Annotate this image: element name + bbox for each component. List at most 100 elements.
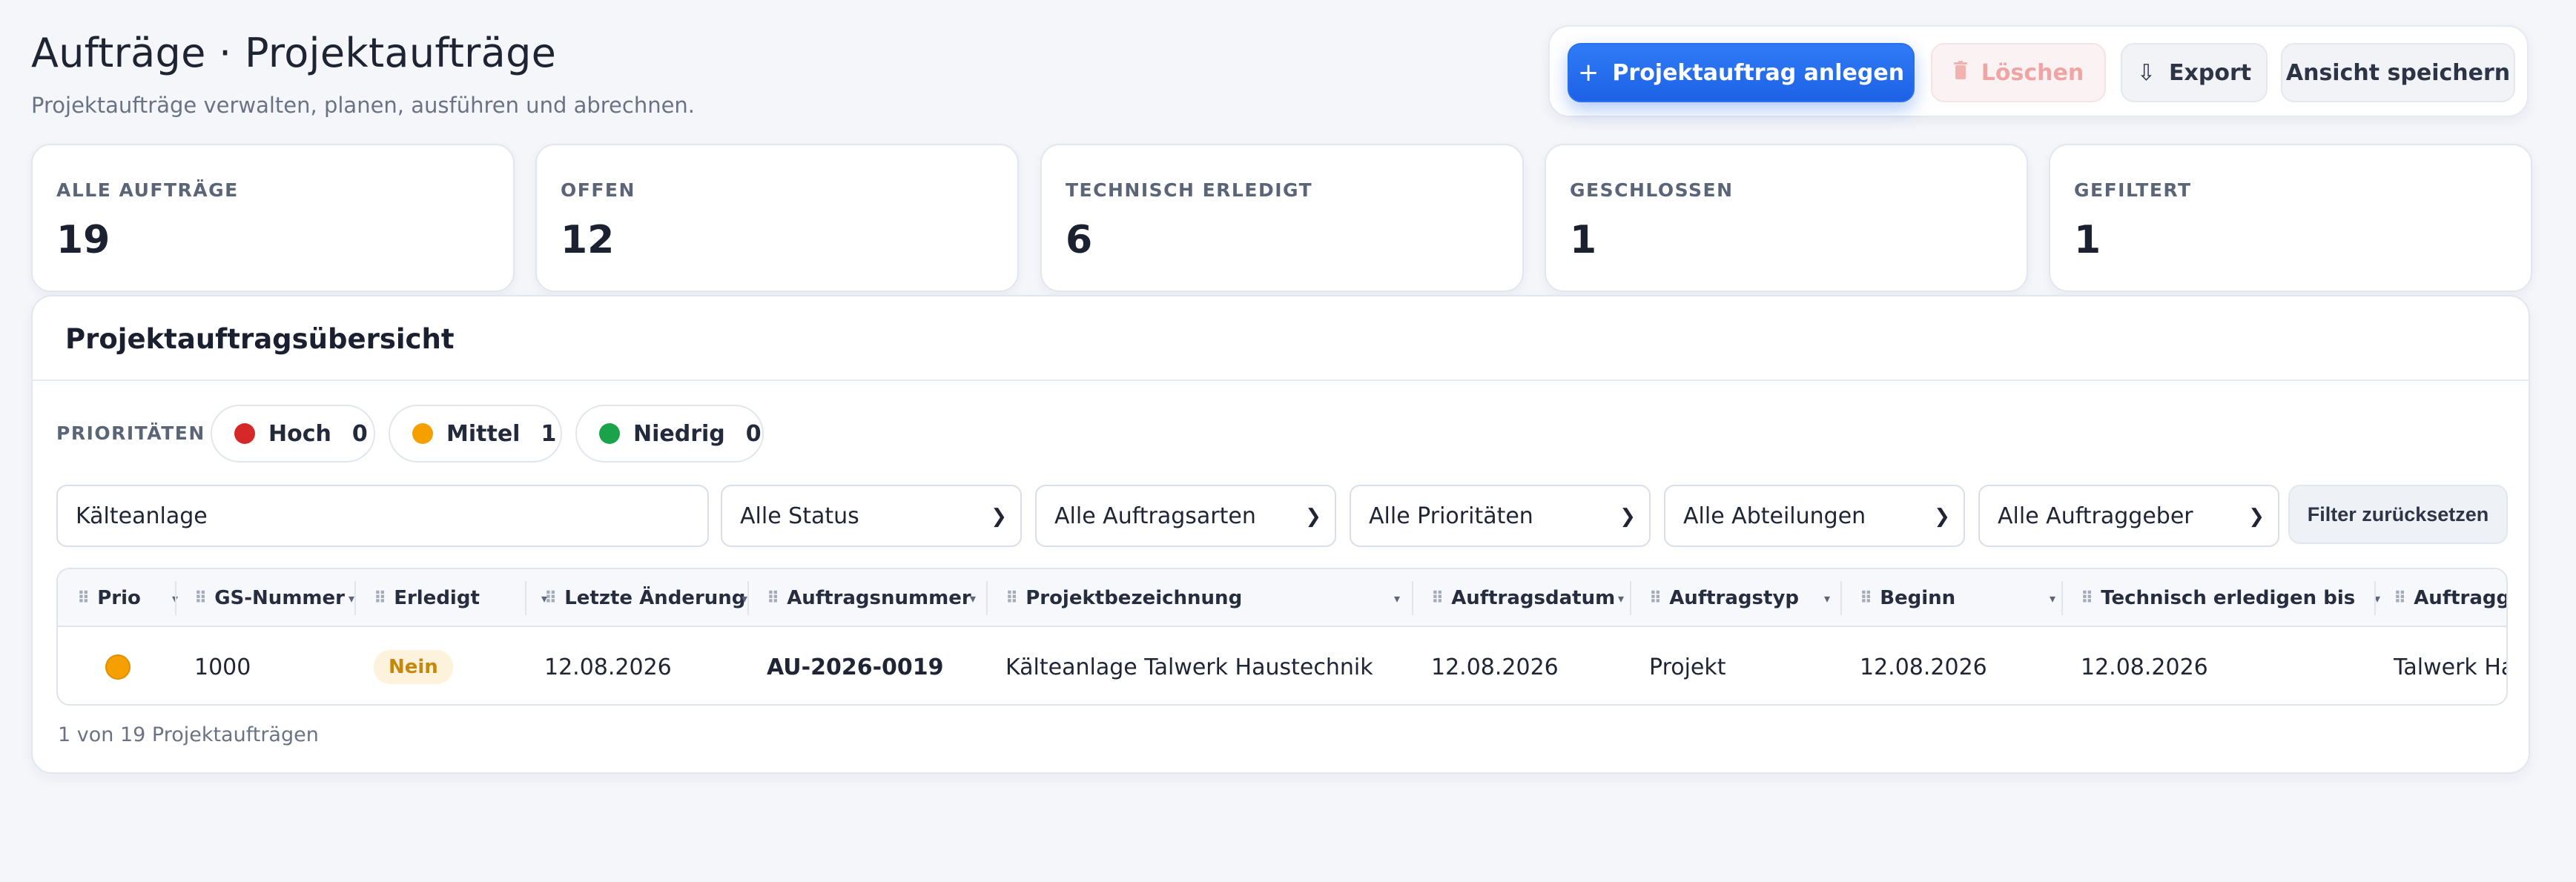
priority-cell <box>105 629 131 704</box>
export-button-label: Export <box>2169 59 2252 86</box>
column-header-prio[interactable]: ⠿ Prio ▾ <box>77 569 181 627</box>
save-view-button[interactable]: Ansicht speichern <box>2281 43 2515 102</box>
project-orders-table: ⠿ Prio ▾ ⠿ GS-Nummer ▾ ⠿ Erledigt ▾ ⠿ Le… <box>56 568 2508 706</box>
page-title: Aufträge · Projektaufträge <box>31 30 557 76</box>
column-divider <box>354 581 356 615</box>
table-header: ⠿ Prio ▾ ⠿ GS-Nummer ▾ ⠿ Erledigt ▾ ⠿ Le… <box>58 569 2506 627</box>
column-label: Auftragsdatum <box>1451 587 1616 609</box>
chip-count: 0 <box>745 420 762 447</box>
drag-handle-icon[interactable]: ⠿ <box>767 589 779 608</box>
kpi-value: 1 <box>2074 218 2101 262</box>
column-header-erledigt[interactable]: ⠿ Erledigt ▾ <box>374 569 547 627</box>
sort-caret-icon[interactable]: ▾ <box>349 591 354 606</box>
priority-select[interactable]: Alle Prioritäten ❯ <box>1350 485 1651 547</box>
drag-handle-icon[interactable]: ⠿ <box>544 589 557 608</box>
priorities-label: PRIORITÄTEN <box>56 422 205 444</box>
chevron-down-icon: ❯ <box>1305 505 1321 528</box>
column-divider <box>1412 581 1413 615</box>
drag-handle-icon[interactable]: ⠿ <box>77 589 90 608</box>
project-orders-panel: Projektauftragsübersicht PRIORITÄTEN Hoc… <box>31 295 2530 774</box>
column-header-auftraggeber[interactable]: ⠿ Auftraggeber <box>2394 569 2506 627</box>
download-icon: ⇩ <box>2136 59 2156 86</box>
column-divider <box>747 581 749 615</box>
column-header-beginn[interactable]: ⠿ Beginn ▾ <box>1860 569 2067 627</box>
sort-caret-icon[interactable]: ▾ <box>742 591 747 606</box>
order-type-select-value: Alle Auftragsarten <box>1054 503 1256 529</box>
order-type-select[interactable]: Alle Auftragsarten ❯ <box>1035 485 1336 547</box>
department-select[interactable]: Alle Abteilungen ❯ <box>1664 485 1965 547</box>
drag-handle-icon[interactable]: ⠿ <box>2394 589 2406 608</box>
trash-icon <box>1953 60 1968 86</box>
erledigt-cell: Nein <box>374 629 453 704</box>
delete-button-label: Löschen <box>1981 59 2084 86</box>
chevron-down-icon: ❯ <box>2248 505 2265 528</box>
export-button[interactable]: ⇩ Export <box>2121 43 2268 102</box>
technisch-erledigen-bis-cell: 12.08.2026 <box>2081 654 2208 680</box>
column-header-technisch-erledigen-bis[interactable]: ⠿ Technisch erledigen bis ▾ <box>2081 569 2392 627</box>
chip-label: Hoch <box>268 420 331 447</box>
table-row[interactable]: 1000 Nein 12.08.2026 AU-2026-0019 Kältea… <box>58 629 2506 704</box>
priority-chip-low[interactable]: Niedrig 0 <box>575 405 764 462</box>
auftragsdatum-cell: 12.08.2026 <box>1431 654 1559 680</box>
reset-filters-button[interactable]: Filter zurücksetzen <box>2288 485 2508 544</box>
kpi-value: 6 <box>1066 218 1093 262</box>
status-select-value: Alle Status <box>740 503 859 529</box>
status-select[interactable]: Alle Status ❯ <box>721 485 1022 547</box>
department-select-value: Alle Abteilungen <box>1683 503 1866 529</box>
action-toolbar: + Projektauftrag anlegen Löschen ⇩ Expor… <box>1548 25 2529 117</box>
priority-chip-high[interactable]: Hoch 0 <box>211 405 375 462</box>
column-header-auftragstyp[interactable]: ⠿ Auftragstyp ▾ <box>1649 569 1857 627</box>
column-label: Erledigt <box>394 587 480 609</box>
kpi-card-technically-done: TECHNISCH ERLEDIGT 6 <box>1040 144 1524 292</box>
sort-caret-icon[interactable]: ▾ <box>1394 591 1400 606</box>
kpi-card-closed: GESCHLOSSEN 1 <box>1545 144 2028 292</box>
save-view-button-label: Ansicht speichern <box>2285 59 2511 86</box>
kpi-card-filtered: GEFILTERT 1 <box>2049 144 2532 292</box>
column-header-auftragsdatum[interactable]: ⠿ Auftragsdatum ▾ <box>1431 569 1639 627</box>
column-label: Letzte Änderung <box>564 587 746 609</box>
gs-nummer-cell: 1000 <box>194 654 251 680</box>
column-label: Auftragstyp <box>1669 587 1800 609</box>
column-header-letzte-aenderung[interactable]: ⠿ Letzte Änderung ▾ <box>544 569 767 627</box>
sort-caret-icon[interactable]: ▾ <box>2050 591 2055 606</box>
kpi-card-all: ALLE AUFTRÄGE 19 <box>31 144 515 292</box>
column-divider <box>986 581 988 615</box>
column-label: Technisch erledigen bis <box>2101 587 2356 609</box>
column-header-auftragsnummer[interactable]: ⠿ Auftragsnummer ▾ <box>767 569 989 627</box>
search-input[interactable]: Kälteanlage <box>56 485 709 547</box>
drag-handle-icon[interactable]: ⠿ <box>1005 589 1018 608</box>
priority-chip-medium[interactable]: Mittel 1 <box>389 405 562 462</box>
panel-title: Projektauftragsübersicht <box>65 323 455 355</box>
delete-button[interactable]: Löschen <box>1931 43 2106 102</box>
drag-handle-icon[interactable]: ⠿ <box>374 589 386 608</box>
column-label: GS-Nummer <box>214 587 345 609</box>
plus-icon: + <box>1577 58 1599 87</box>
beginn-cell: 12.08.2026 <box>1860 654 1987 680</box>
sort-caret-icon[interactable]: ▾ <box>970 591 976 606</box>
page-header: Aufträge · Projektaufträge Projektaufträ… <box>31 30 695 118</box>
column-divider <box>175 581 176 615</box>
column-header-projektbezeichnung[interactable]: ⠿ Projektbezeichnung ▾ <box>1005 569 1421 627</box>
priority-medium-dot-icon <box>105 654 131 680</box>
drag-handle-icon[interactable]: ⠿ <box>1431 589 1444 608</box>
column-header-gs-nummer[interactable]: ⠿ GS-Nummer ▾ <box>194 569 357 627</box>
auftragsnummer-cell[interactable]: AU-2026-0019 <box>767 629 944 704</box>
create-project-order-button[interactable]: + Projektauftrag anlegen <box>1568 43 1915 102</box>
drag-handle-icon[interactable]: ⠿ <box>194 589 207 608</box>
kpi-label: TECHNISCH ERLEDIGT <box>1066 179 1313 201</box>
drag-handle-icon[interactable]: ⠿ <box>1860 589 1872 608</box>
column-label: Prio <box>97 587 141 609</box>
column-divider <box>525 581 526 615</box>
client-select-value: Alle Auftraggeber <box>1998 503 2193 529</box>
chevron-down-icon: ❯ <box>991 505 1007 528</box>
drag-handle-icon[interactable]: ⠿ <box>2081 589 2093 608</box>
orange-dot-icon <box>412 423 433 444</box>
client-select[interactable]: Alle Auftraggeber ❯ <box>1978 485 2279 547</box>
kpi-card-open: OFFEN 12 <box>535 144 1019 292</box>
page-subtitle: Projektaufträge verwalten, planen, ausfü… <box>31 93 696 118</box>
drag-handle-icon[interactable]: ⠿ <box>1649 589 1662 608</box>
red-dot-icon <box>234 423 255 444</box>
kpi-label: ALLE AUFTRÄGE <box>56 179 239 201</box>
sort-caret-icon[interactable]: ▾ <box>1824 591 1830 606</box>
sort-caret-icon[interactable]: ▾ <box>1618 591 1624 606</box>
